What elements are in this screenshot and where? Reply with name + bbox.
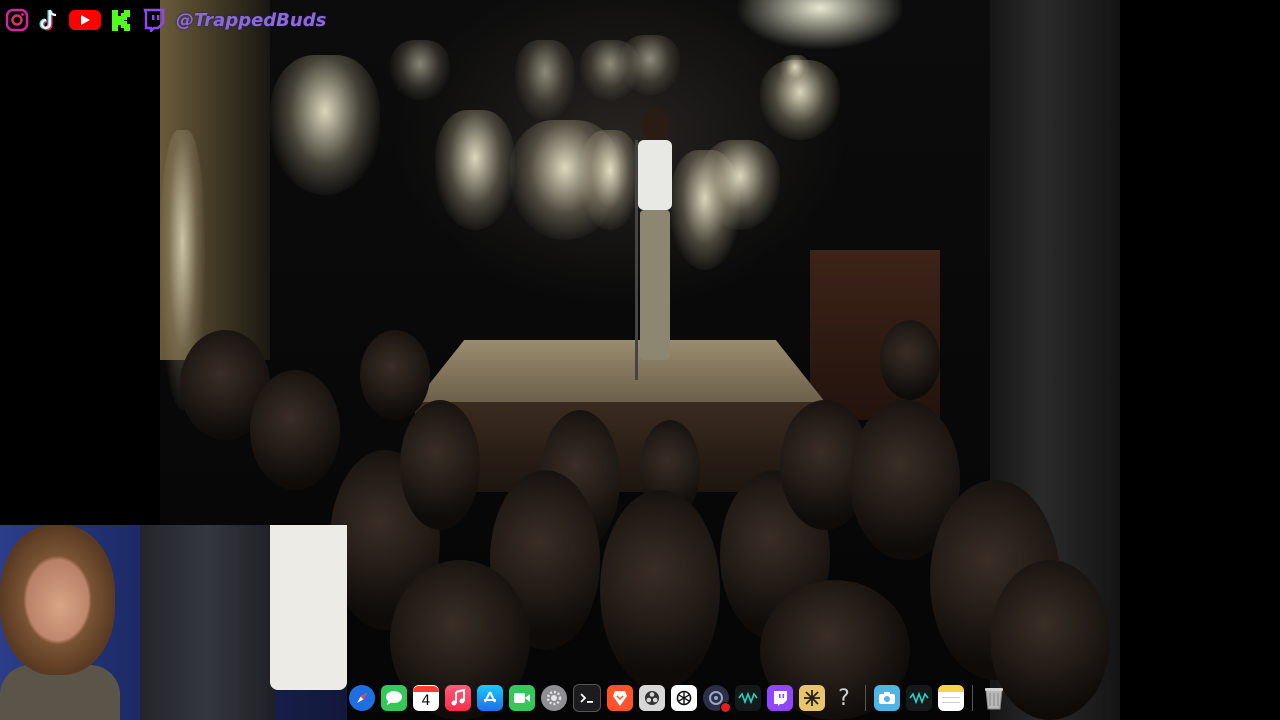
notes-icon[interactable] (938, 685, 964, 711)
messages-icon[interactable] (381, 685, 407, 711)
screenshot-icon[interactable] (874, 685, 900, 711)
person-in-jacket (140, 525, 275, 720)
twitch-icon (140, 7, 166, 33)
tiktok-icon (36, 7, 62, 33)
chandelier (390, 40, 450, 100)
audience-member (250, 370, 340, 490)
screen-recorder-icon[interactable] (703, 685, 731, 713)
brave-icon[interactable] (607, 685, 633, 711)
safari-icon[interactable] (349, 685, 375, 711)
perplexity-icon[interactable] (799, 685, 825, 711)
chandelier (700, 140, 780, 230)
channel-handle: @TrappedBuds (176, 9, 327, 31)
social-overlay: @TrappedBuds (0, 0, 334, 40)
audience-member (400, 400, 480, 530)
music-icon[interactable] (445, 685, 471, 711)
calendar-icon[interactable]: 4 (413, 685, 439, 711)
trash-icon[interactable] (981, 685, 1007, 711)
obs-icon[interactable] (639, 685, 665, 711)
audience-member (360, 330, 430, 420)
audience-member (880, 320, 940, 400)
audio-app-2-icon[interactable] (906, 685, 932, 711)
chandelier (515, 40, 575, 120)
twitch-app-icon[interactable] (767, 685, 793, 711)
help-glyph: ? (838, 685, 850, 711)
youtube-icon (68, 7, 102, 33)
macos-dock: 4 ? (345, 680, 1018, 716)
chandelier (620, 35, 680, 95)
person-in-hoodie (270, 525, 347, 690)
kick-icon (108, 7, 134, 33)
chandelier (780, 55, 810, 85)
streamer-webcam (0, 525, 347, 720)
app-store-icon[interactable] (477, 685, 503, 711)
streamer-hair (0, 525, 115, 675)
system-settings-icon[interactable] (541, 685, 567, 711)
chandelier (270, 55, 380, 195)
stage (415, 340, 825, 402)
help-icon[interactable]: ? (831, 685, 857, 711)
chandelier (435, 110, 515, 230)
audience-member (600, 490, 720, 690)
audio-app-icon[interactable] (735, 685, 761, 711)
dock-separator (972, 685, 973, 711)
chatgpt-icon[interactable] (671, 685, 697, 711)
calendar-day: 4 (421, 693, 431, 709)
performer (630, 110, 680, 370)
instagram-icon (4, 7, 30, 33)
facetime-icon[interactable] (509, 685, 535, 711)
terminal-icon[interactable] (573, 684, 601, 712)
dock-separator (865, 685, 866, 711)
recording-badge (720, 702, 731, 713)
